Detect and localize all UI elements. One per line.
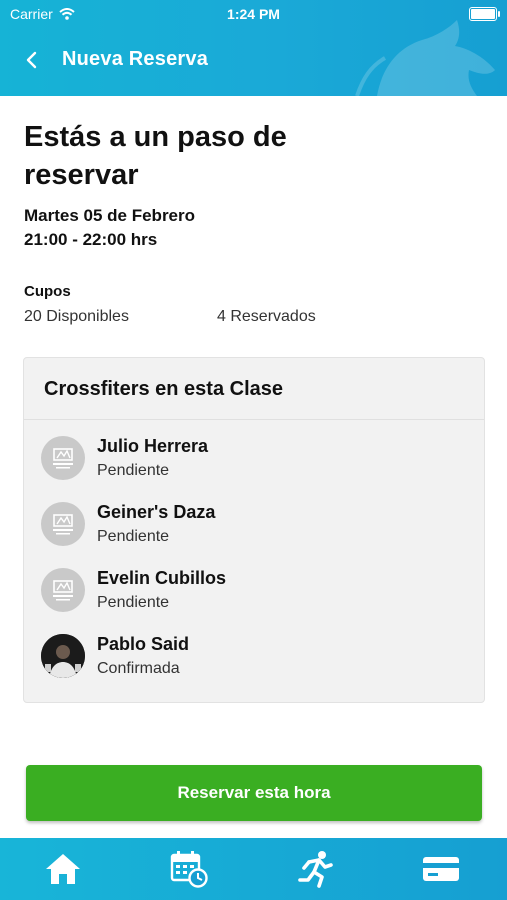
slots-available: 20 Disponibles [24,308,129,325]
gym-logo-icon [53,514,73,535]
avatar [41,436,85,480]
nav-bar: Nueva Reserva [0,40,507,84]
status-bar: Carrier 1:24 PM [0,0,507,28]
person-photo-icon [41,634,85,678]
page-title: Nueva Reserva [62,48,209,70]
member-status: Pendiente [97,462,170,479]
tab-schedule[interactable] [126,838,252,900]
tab-home[interactable] [0,838,126,900]
slots-reserved: 4 Reservados [217,308,316,325]
member-row[interactable]: Pablo Said Confirmada [41,634,461,690]
class-datetime: Martes 05 de Febrero 21:00 - 22:00 hrs [24,204,484,252]
reserve-button[interactable]: Reservar esta hora [26,765,482,821]
tab-bar [0,838,507,900]
member-name: Julio Herrera [97,436,209,456]
running-icon [298,851,333,888]
member-name: Evelin Cubillos [97,568,227,588]
member-name: Pablo Said [97,634,190,654]
header: Carrier 1:24 PM Nueva Reserva [0,0,507,96]
member-status: Pendiente [97,594,170,611]
member-row[interactable]: Julio Herrera Pendiente [41,436,461,492]
member-row[interactable]: Geiner's Daza Pendiente [41,502,461,558]
home-icon [46,854,80,884]
tab-workout[interactable] [252,838,378,900]
gym-logo-icon [53,580,73,601]
back-button[interactable] [20,46,50,76]
clock: 1:24 PM [227,6,280,22]
reservation-summary: Estás a un paso de reservar Martes 05 de… [24,118,484,252]
chevron-left-icon [26,51,37,69]
class-date: Martes 05 de Febrero [24,206,196,225]
class-members-card: Crossfiters en esta Clase Julio Herrera … [23,357,485,703]
battery-icon [469,7,500,21]
tab-payments[interactable] [378,838,504,900]
class-time: 21:00 - 22:00 hrs [24,230,158,249]
avatar-photo [41,634,85,678]
headline: Estás a un paso de reservar [24,121,287,191]
member-status: Confirmada [97,660,180,677]
avatar [41,502,85,546]
member-row[interactable]: Evelin Cubillos Pendiente [41,568,461,624]
slots-title: Cupos [24,283,71,300]
gym-logo-icon [53,448,73,469]
card-title: Crossfiters en esta Clase [44,378,284,400]
calendar-clock-icon [170,851,208,888]
member-status: Pendiente [97,528,170,545]
credit-card-icon [423,857,459,881]
avatar [41,568,85,612]
member-name: Geiner's Daza [97,502,216,522]
